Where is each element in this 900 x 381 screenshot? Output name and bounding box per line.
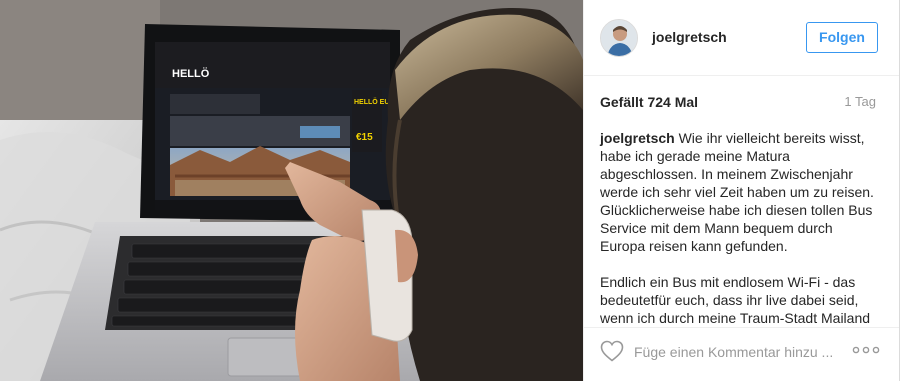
- photo-illustration: HELLÖ HELLÖ EURO €15: [0, 0, 583, 381]
- user-avatar-icon: [601, 20, 637, 56]
- post-footer: [584, 327, 899, 381]
- caption-username[interactable]: joelgretsch: [600, 130, 675, 146]
- post-caption: joelgretsch Wie ihr vielleicht bereits w…: [600, 129, 878, 327]
- caption-paragraph-2: Endlich ein Bus mit endlosem Wi-Fi - das…: [600, 274, 871, 326]
- avatar[interactable]: [600, 19, 638, 57]
- heart-icon[interactable]: [600, 340, 624, 362]
- comment-input[interactable]: [634, 342, 834, 362]
- post-photo: HELLÖ HELLÖ EURO €15: [0, 0, 583, 381]
- screen-logo-text: HELLÖ: [172, 67, 210, 80]
- screen-price-text: €15: [356, 132, 373, 143]
- post-header: joelgretsch Folgen: [584, 0, 899, 76]
- caption-text-1: Wie ihr vielleicht bereits wisst, habe i…: [600, 130, 874, 254]
- post-username[interactable]: joelgretsch: [652, 29, 727, 45]
- caption-paragraph-1: joelgretsch Wie ihr vielleicht bereits w…: [600, 129, 878, 255]
- more-options-icon[interactable]: [852, 345, 880, 355]
- follow-button[interactable]: Folgen: [806, 22, 878, 53]
- likes-count[interactable]: Gefällt 724 Mal: [600, 94, 698, 110]
- post-time[interactable]: 1 Tag: [844, 94, 876, 109]
- post-sidebar: joelgretsch Folgen Gefällt 724 Mal 1 Tag…: [583, 0, 900, 381]
- post-meta: Gefällt 724 Mal 1 Tag: [600, 94, 876, 112]
